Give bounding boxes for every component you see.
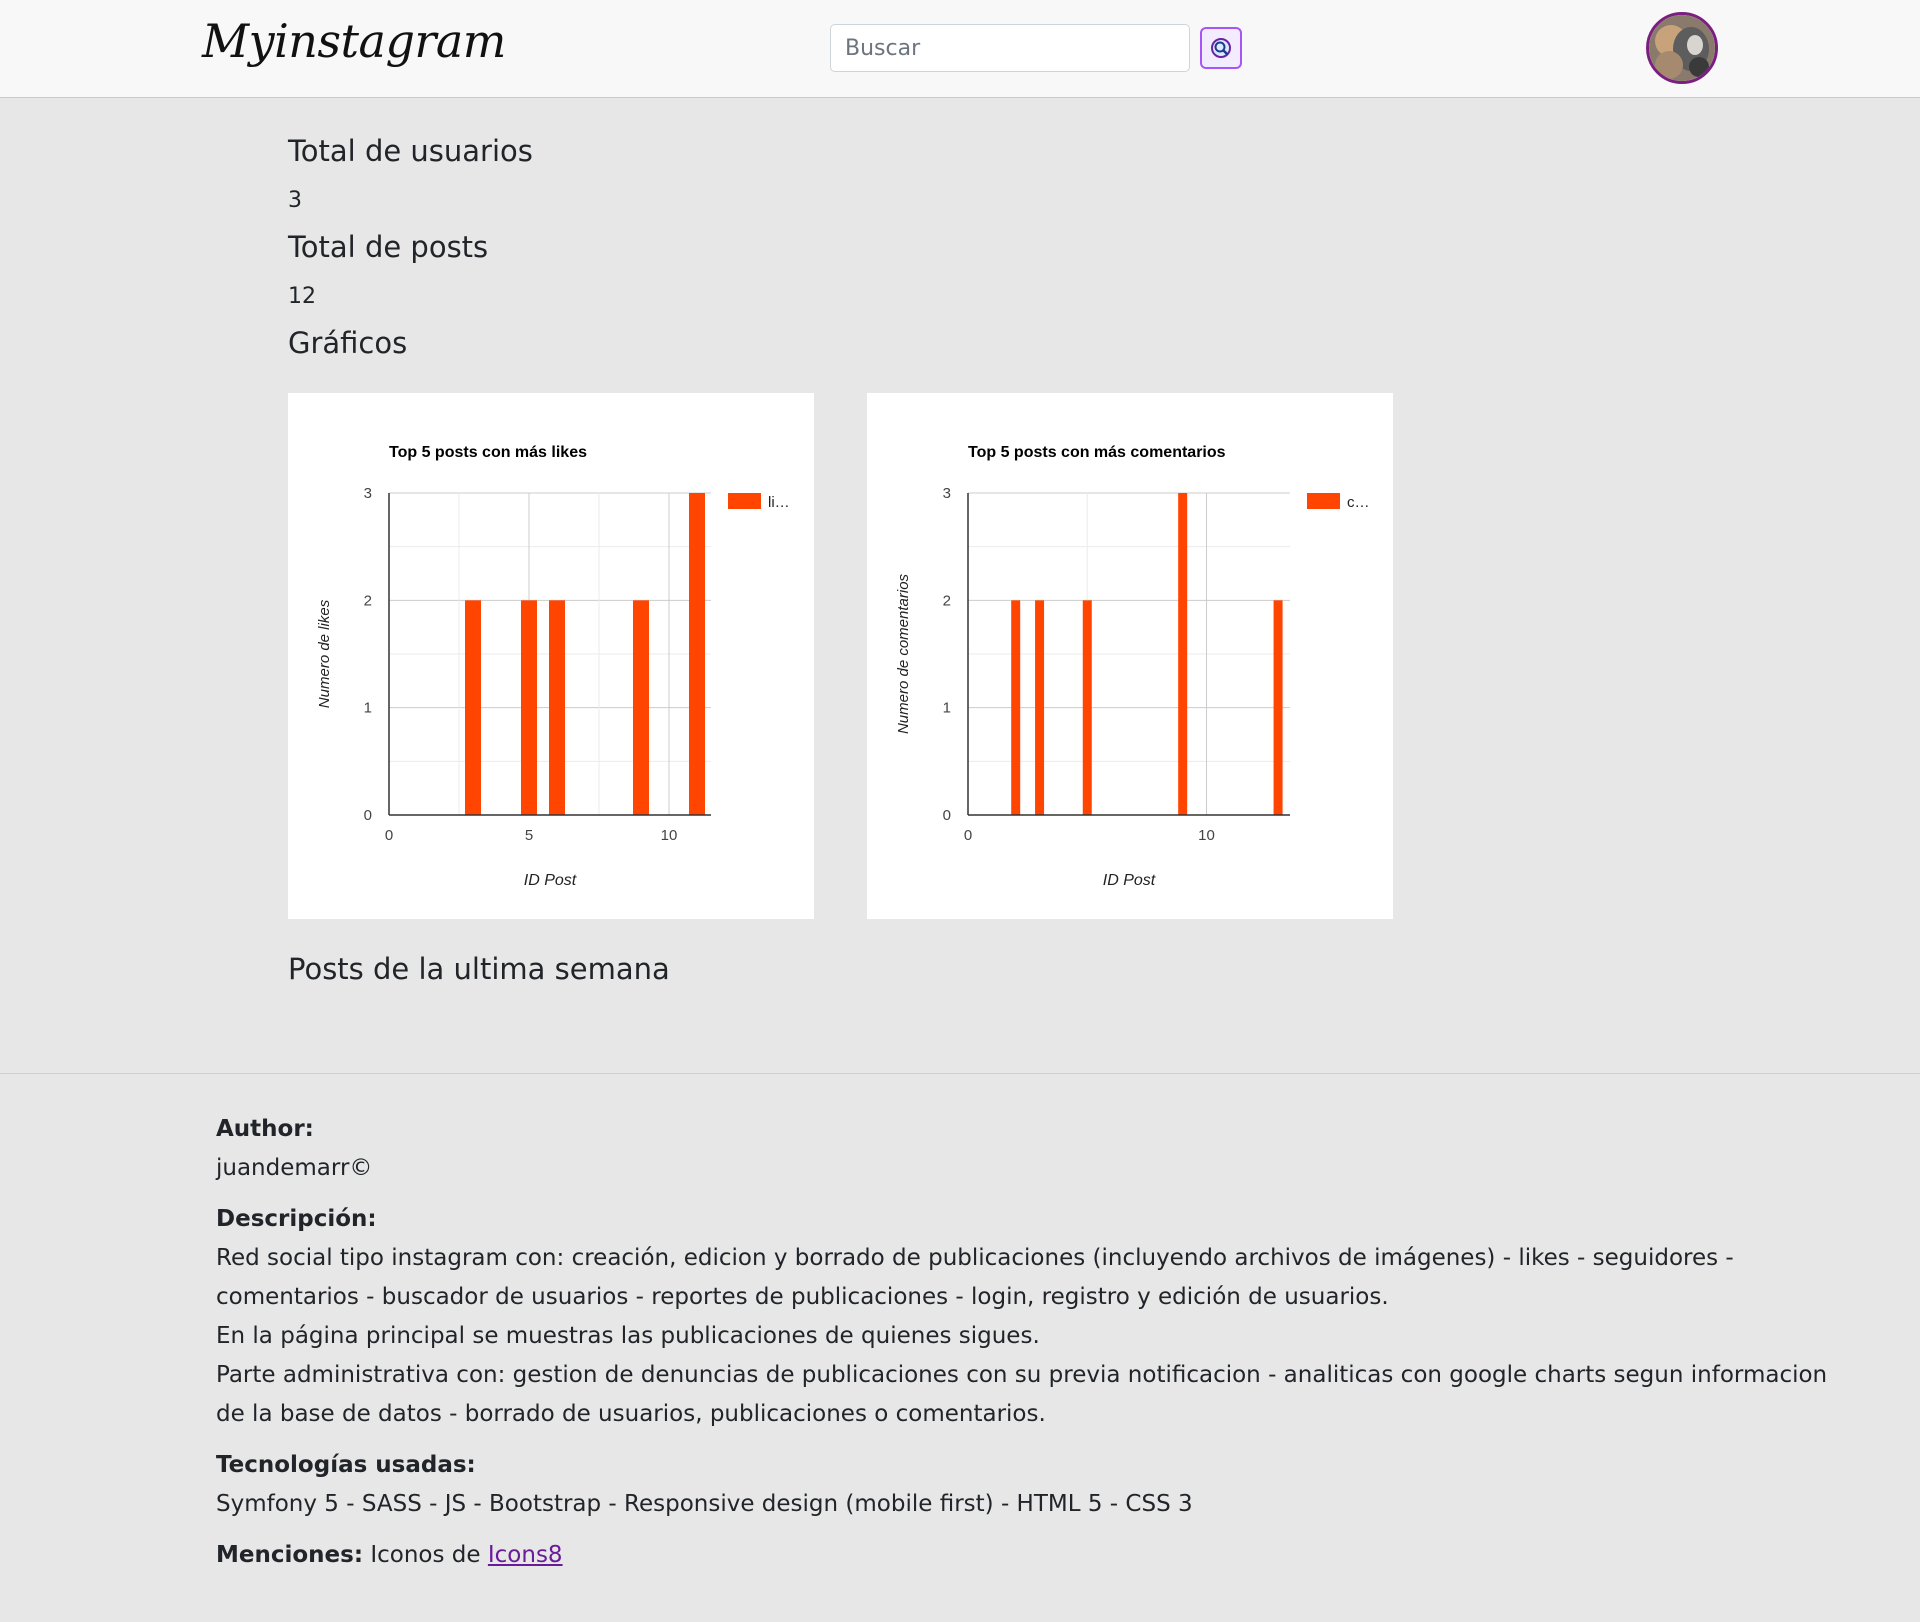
likes-chart: Top 5 posts con más likes 0 1 2 3 0 5 10 ID Post…: [316, 444, 790, 889]
comments-chart-card: Top 5 posts con más comentarios 0 1 2 3 0 10 ID…: [867, 393, 1393, 919]
x-tick-label: 0: [385, 827, 393, 844]
search-button[interactable]: [1200, 27, 1242, 69]
icons8-link[interactable]: Icons8: [488, 1542, 563, 1568]
y-axis-label: Numero de likes: [316, 599, 333, 708]
likes-chart-card: Top 5 posts con más likes 0 1 2 3 0 5 10 ID Post…: [288, 393, 814, 919]
mentions-row: Menciones: Iconos de Icons8: [216, 1536, 563, 1575]
users-title: Total de usuarios: [288, 134, 533, 168]
description-line-1: Red social tipo instagram con: creación,…: [216, 1245, 1734, 1271]
legend-label: c…: [1347, 494, 1370, 511]
legend-swatch: [728, 493, 761, 509]
chart-bar: [1035, 600, 1045, 815]
chart-bar: [1178, 493, 1188, 815]
y-axis-label: Numero de comentarios: [895, 573, 912, 734]
x-axis-label: ID Post: [1103, 872, 1156, 889]
description-line-3: En la página principal se muestras las p…: [216, 1323, 1040, 1349]
posts-title: Total de posts: [288, 230, 489, 264]
footer-divider: [0, 1073, 1920, 1074]
mentions-text: Iconos de: [370, 1542, 481, 1568]
posts-value: 12: [288, 284, 316, 309]
technologies-value: Symfony 5 - SASS - JS - Bootstrap - Resp…: [216, 1491, 1193, 1517]
x-tick-label: 5: [525, 827, 533, 844]
y-tick-label: 1: [943, 700, 951, 717]
top-navbar: Myinstagram: [0, 0, 1920, 98]
chart-bar: [465, 600, 481, 815]
description-line-4: Parte administrativa con: gestion de den…: [216, 1362, 1828, 1388]
author-label: Author:: [216, 1116, 314, 1142]
search-input[interactable]: [830, 24, 1190, 72]
description-line-5: de la base de datos - borrado de usuario…: [216, 1401, 1046, 1427]
description-line-2: comentarios - buscador de usuarios - rep…: [216, 1284, 1389, 1310]
search-icon: [1211, 38, 1231, 58]
chart-bar: [633, 600, 649, 815]
y-tick-label: 3: [364, 485, 372, 502]
legend-swatch: [1307, 493, 1340, 509]
y-tick-label: 2: [364, 592, 372, 609]
users-value: 3: [288, 188, 302, 213]
week-posts-title: Posts de la ultima semana: [288, 952, 670, 986]
mentions-label: Menciones:: [216, 1542, 364, 1568]
chart-bar: [689, 493, 705, 815]
chart-title: Top 5 posts con más likes: [389, 444, 587, 461]
x-axis-label: ID Post: [524, 872, 577, 889]
legend-label: li…: [768, 494, 790, 511]
description-label: Descripción:: [216, 1206, 377, 1232]
comments-chart: Top 5 posts con más comentarios 0 1 2 3 0 10 ID…: [895, 444, 1370, 889]
x-tick-label: 10: [1198, 827, 1215, 844]
x-tick-label: 10: [661, 827, 678, 844]
charts-title: Gráficos: [288, 326, 408, 360]
x-tick-label: 0: [964, 827, 972, 844]
y-tick-label: 3: [943, 485, 951, 502]
chart-bar: [521, 600, 537, 815]
y-tick-label: 0: [943, 807, 951, 824]
app-logo[interactable]: Myinstagram: [202, 14, 506, 68]
technologies-label: Tecnologías usadas:: [216, 1452, 476, 1478]
y-tick-label: 2: [943, 592, 951, 609]
user-avatar-icon: [1649, 15, 1715, 81]
y-tick-label: 0: [364, 807, 372, 824]
avatar[interactable]: [1646, 12, 1718, 84]
chart-bar: [549, 600, 565, 815]
chart-bar: [1082, 600, 1092, 815]
y-tick-label: 1: [364, 700, 372, 717]
author-value: juandemarr©: [216, 1155, 373, 1181]
chart-bar: [1273, 600, 1283, 815]
chart-bar: [1011, 600, 1021, 815]
chart-title: Top 5 posts con más comentarios: [968, 444, 1226, 461]
